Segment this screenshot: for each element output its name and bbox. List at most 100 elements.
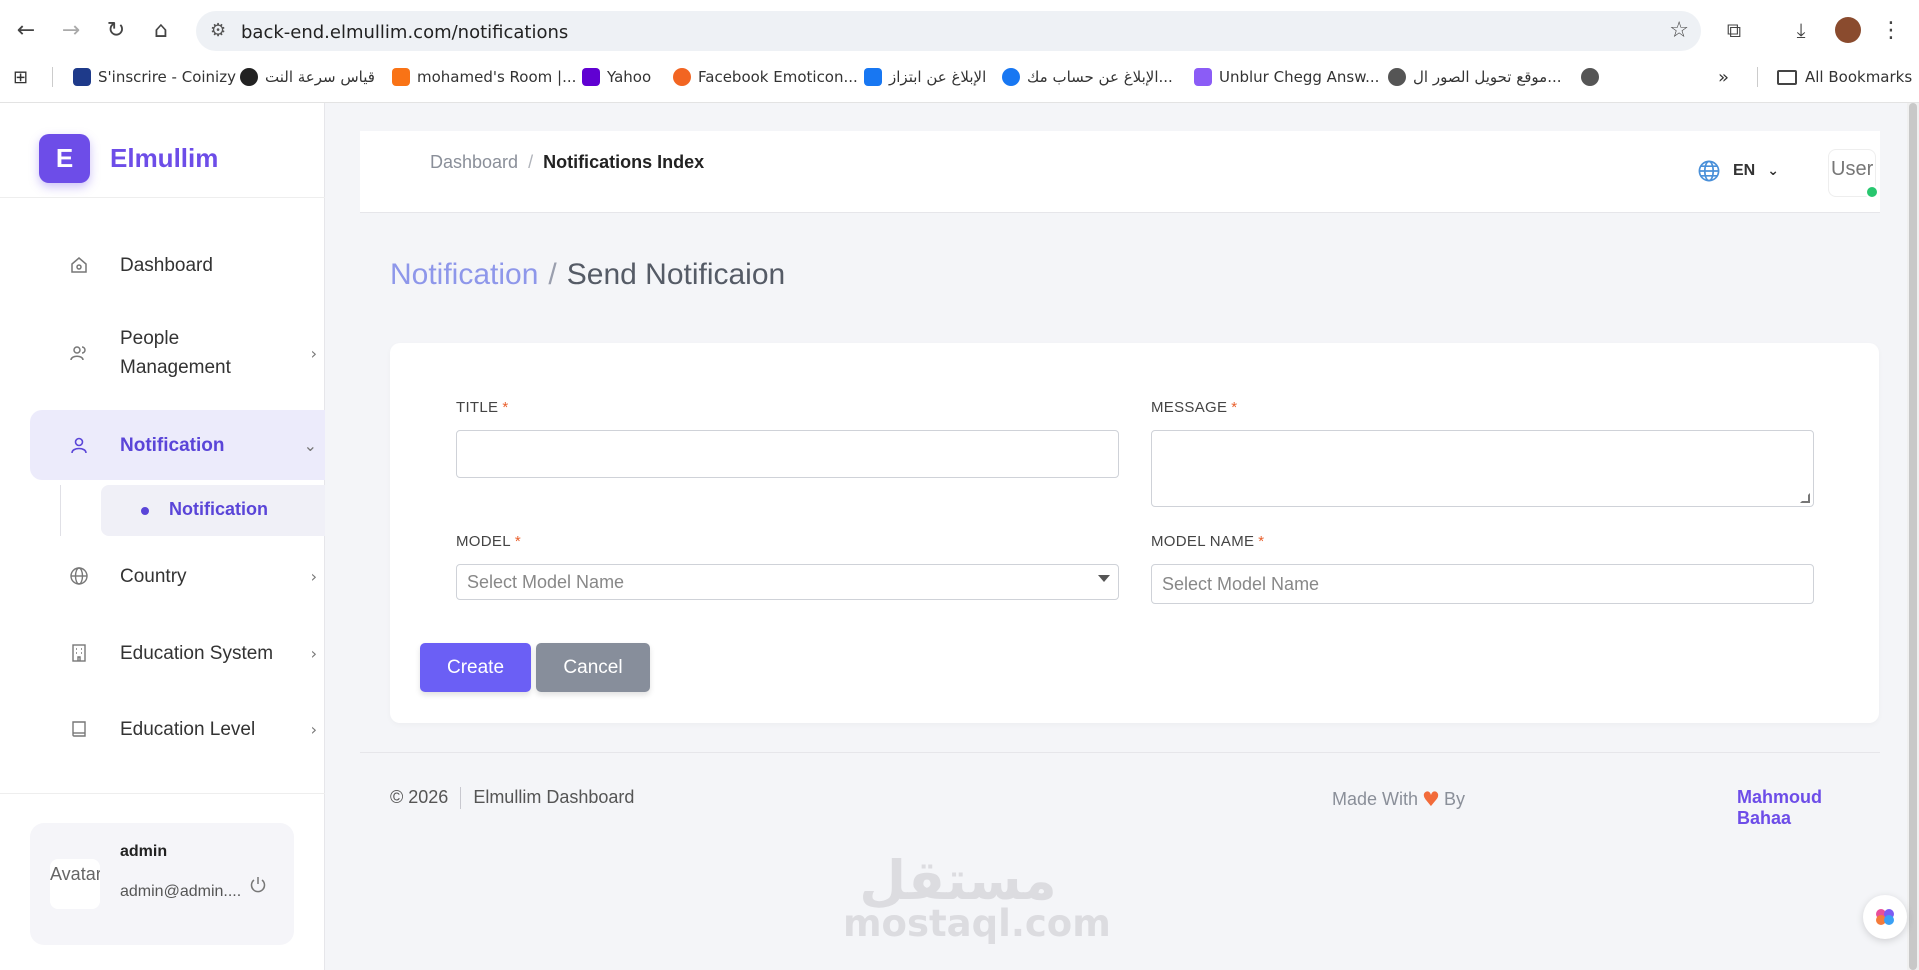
footer: © 2026 Elmullim Dashboard Made With ♥ By …	[360, 752, 1880, 838]
globe-icon	[68, 565, 90, 587]
sidebar: E Elmullim Dashboard People Management ›…	[0, 103, 325, 970]
breadcrumb-dashboard[interactable]: Dashboard	[430, 152, 518, 172]
bookmark-item[interactable]: S'inscrire - Coinizy	[73, 64, 236, 90]
made-with: Made With ♥ By	[1332, 787, 1465, 811]
page-title: Notification / Send Notificaion	[390, 258, 785, 292]
site-info-icon[interactable]: ⚙	[210, 20, 226, 41]
model-select[interactable]: Select Model Name	[456, 564, 1119, 600]
globe-icon	[1698, 160, 1720, 182]
all-bookmarks[interactable]: All Bookmarks	[1777, 64, 1912, 90]
sidebar-subitem-notification[interactable]: Notification	[101, 485, 325, 536]
bookmark-item[interactable]	[1581, 64, 1606, 90]
bookmark-favicon-icon	[392, 68, 410, 86]
all-bookmarks-label: All Bookmarks	[1805, 68, 1913, 86]
dropdown-arrow-icon	[1098, 575, 1110, 582]
model-name-label-text: MODEL NAME	[1151, 533, 1255, 550]
create-button[interactable]: Create	[420, 643, 531, 692]
page-scrollbar[interactable]	[1907, 103, 1919, 970]
page-title-separator: /	[548, 258, 557, 291]
model-name-label: MODEL NAME *	[1151, 533, 1264, 550]
sidebar-item-country[interactable]: Country ›	[30, 546, 325, 606]
home-icon[interactable]: ⌂	[145, 14, 177, 46]
model-label: MODEL *	[456, 533, 521, 550]
model-name-select[interactable]: Select Model Name	[1151, 564, 1814, 604]
author-link[interactable]: Mahmoud Bahaa	[1737, 787, 1880, 829]
message-textarea[interactable]	[1151, 430, 1814, 507]
required-mark: *	[1231, 399, 1238, 416]
bookmark-item[interactable]: Facebook Emoticon...	[673, 64, 858, 90]
title-input[interactable]	[456, 430, 1119, 478]
bookmark-item[interactable]: قياس سرعة النت	[240, 64, 375, 90]
user-icon	[68, 434, 90, 456]
bookmark-favicon-icon	[864, 68, 882, 86]
home-icon	[68, 254, 90, 276]
bookmark-favicon-icon	[1002, 68, 1020, 86]
copyright: © 2026 Elmullim Dashboard	[390, 787, 634, 810]
more-bookmarks-icon[interactable]: »	[1718, 64, 1729, 90]
bookmark-label: mohamed's Room |...	[417, 68, 577, 86]
browser-chrome: ← → ↻ ⌂ ⚙ back-end.elmullim.com/notifica…	[0, 0, 1919, 103]
resize-handle-icon[interactable]	[1800, 493, 1810, 503]
model-name-placeholder: Select Model Name	[1162, 573, 1320, 594]
bookmarks-bar: ⊞ S'inscrire - Coinizy قياس سرعة النت mo…	[0, 64, 1919, 90]
sidebar-item-education-system[interactable]: Education System ›	[30, 623, 325, 683]
bookmark-divider	[52, 67, 53, 87]
bookmark-item[interactable]: الإبلاغ عن حساب مك...	[1002, 64, 1173, 90]
sidebar-item-label: Education System	[120, 642, 274, 664]
bookmark-label: موقع تحويل الصور ال...	[1413, 68, 1562, 86]
bookmark-label: Yahoo	[607, 68, 652, 86]
scrollbar-thumb[interactable]	[1909, 103, 1917, 970]
avatar[interactable]: Avatar	[50, 859, 100, 909]
brand-name[interactable]: Elmullim	[110, 143, 218, 174]
logout-icon[interactable]	[248, 875, 268, 895]
bookmark-favicon-icon	[582, 68, 600, 86]
logo[interactable]: E	[39, 134, 90, 183]
user-email: admin@admin....	[120, 883, 242, 900]
sidebar-item-education-level[interactable]: Education Level ›	[30, 699, 325, 759]
cancel-button[interactable]: Cancel	[536, 643, 650, 692]
bookmark-favicon-icon	[1388, 68, 1406, 86]
heart-icon: ♥	[1422, 787, 1440, 811]
sidebar-item-dashboard[interactable]: Dashboard	[30, 235, 325, 295]
bookmark-item[interactable]: Unblur Chegg Answ...	[1194, 64, 1379, 90]
chevron-right-icon: ›	[310, 643, 317, 663]
breadcrumb-separator: /	[528, 152, 534, 172]
bookmark-item[interactable]: Yahoo	[582, 64, 651, 90]
bookmark-item[interactable]: موقع تحويل الصور ال...	[1388, 64, 1562, 90]
by-text: By	[1443, 788, 1465, 809]
user-card: Avatar admin admin@admin....	[30, 823, 294, 945]
bookmark-item[interactable]: الإبلاغ عن ابتزاز	[864, 64, 986, 90]
bookmark-item[interactable]: mohamed's Room |...	[392, 64, 576, 90]
page-title-section[interactable]: Notification	[390, 258, 538, 291]
sidebar-item-people-management[interactable]: People Management ›	[30, 313, 325, 393]
language-switcher[interactable]: EN ⌄	[1697, 159, 1779, 183]
online-status-dot	[1865, 185, 1879, 199]
watermark: مستقل mostaql.com	[843, 849, 1111, 946]
sidebar-item-notification[interactable]: Notification ⌄	[30, 410, 325, 480]
title-label-text: TITLE	[456, 399, 499, 416]
bookmark-star-icon[interactable]: ☆	[1669, 18, 1689, 43]
apps-grid-icon[interactable]: ⊞	[13, 64, 28, 90]
message-label: MESSAGE *	[1151, 399, 1237, 416]
title-label: TITLE *	[456, 399, 508, 416]
bookmark-label: الإبلاغ عن حساب مك...	[1027, 68, 1173, 86]
profile-avatar-icon[interactable]	[1832, 14, 1864, 46]
bookmark-label: قياس سرعة النت	[265, 68, 375, 86]
back-icon[interactable]: ←	[10, 14, 42, 46]
reload-icon[interactable]: ↻	[100, 14, 132, 46]
browser-menu-icon[interactable]: ⋮	[1875, 14, 1907, 46]
url-text: back-end.elmullim.com/notifications	[241, 22, 569, 43]
users-icon	[68, 342, 90, 364]
address-bar[interactable]: ⚙ back-end.elmullim.com/notifications ☆	[196, 11, 1701, 51]
message-label-text: MESSAGE	[1151, 399, 1228, 416]
required-mark: *	[502, 399, 509, 416]
extensions-icon[interactable]: ⧉	[1718, 14, 1750, 46]
download-icon[interactable]: ⤓	[1785, 14, 1817, 46]
sidebar-item-label: Notification	[120, 434, 225, 456]
required-mark: *	[1258, 533, 1265, 550]
watermark-latin: mostaql.com	[843, 902, 1111, 945]
watermark-arabic: مستقل	[859, 849, 1057, 912]
submenu-line	[60, 485, 61, 536]
forward-icon[interactable]: →	[55, 14, 87, 46]
assistant-brain-icon[interactable]	[1863, 895, 1907, 939]
